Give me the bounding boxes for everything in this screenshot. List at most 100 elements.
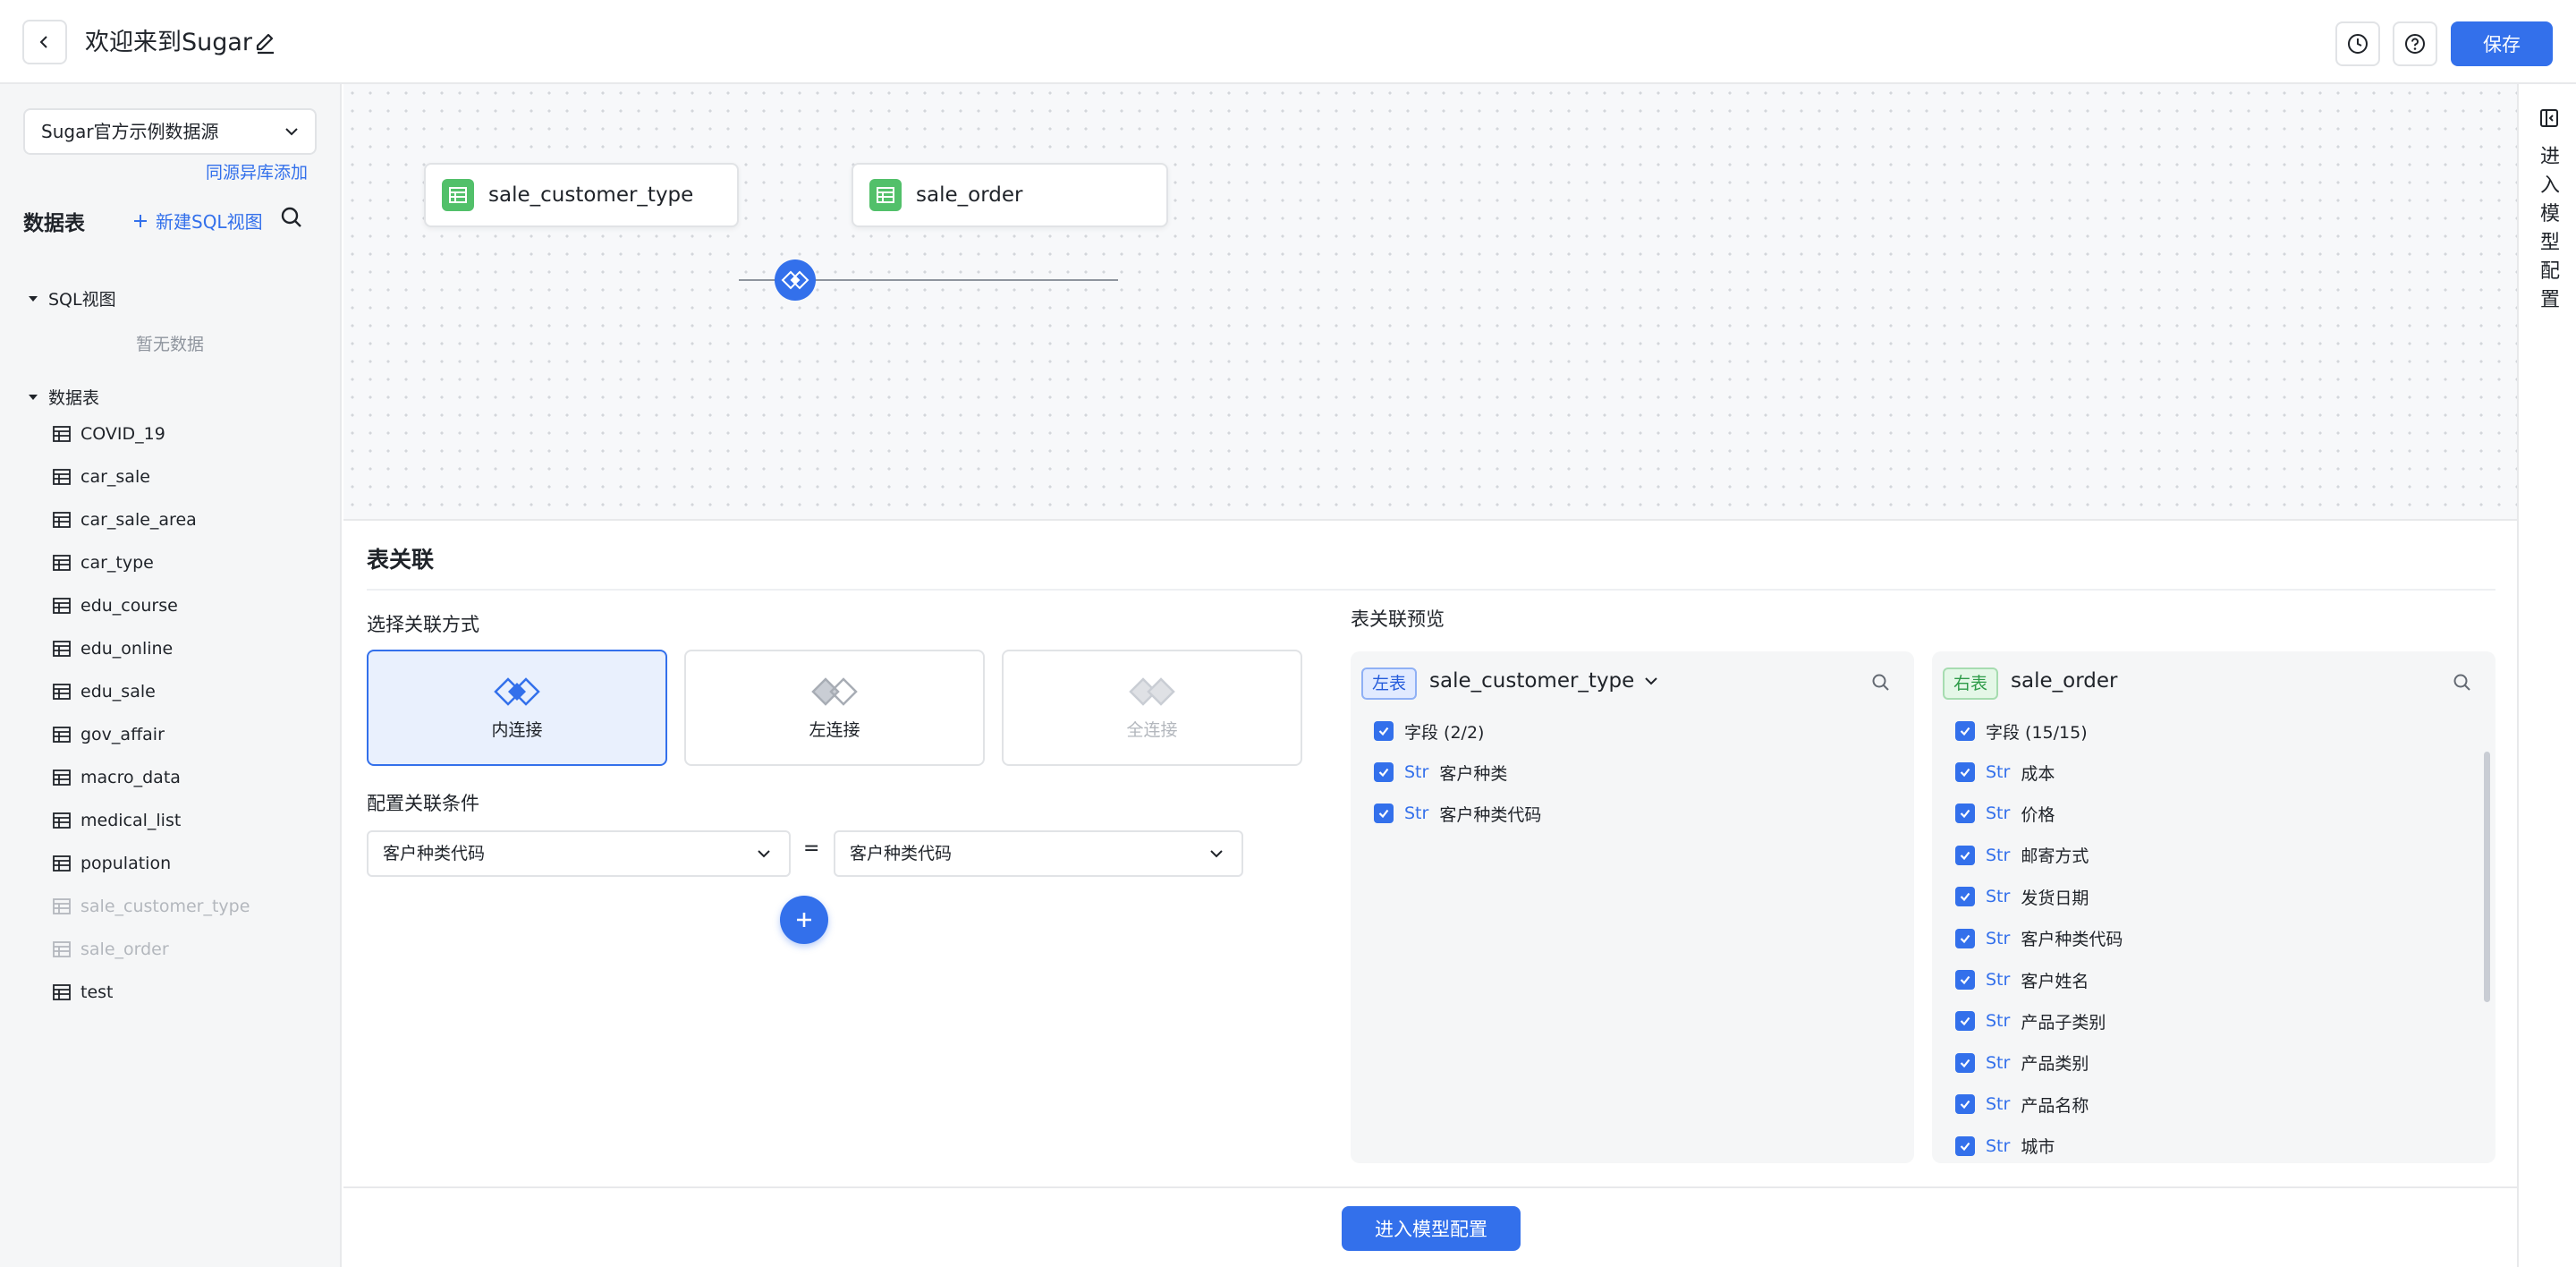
caret-down-icon (29, 295, 38, 302)
join-type-label: 全连接 (1126, 719, 1178, 740)
table-icon (53, 469, 71, 485)
right-collapsed-panel[interactable]: 进入模型配置 (2517, 84, 2576, 1267)
sidebar-table-item[interactable]: sale_customer_type (52, 893, 250, 920)
checkbox[interactable] (1374, 762, 1394, 782)
sidebar-table-item[interactable]: car_sale (52, 463, 150, 490)
same-source-add-link[interactable]: 同源异库添加 (206, 159, 308, 183)
checkbox[interactable] (1955, 1052, 1975, 1073)
field-summary: 字段 (15/15) (1986, 722, 2088, 743)
sidebar-table-item[interactable]: gov_affair (52, 721, 165, 748)
sidebar-table-label: edu_sale (80, 682, 156, 702)
field-row[interactable]: Str 邮寄方式 (1955, 842, 2089, 869)
left-table-selector[interactable]: sale_customer_type (1429, 669, 1659, 693)
plus-icon (797, 913, 811, 927)
field-row[interactable]: Str 价格 (1955, 800, 2055, 827)
history-button[interactable] (2335, 21, 2380, 66)
enter-model-config-vertical[interactable]: 进入模型配置 (2537, 143, 2563, 315)
field-row[interactable]: Str 产品名称 (1955, 1091, 2089, 1118)
checkbox[interactable] (1955, 887, 1975, 907)
help-button[interactable] (2393, 21, 2437, 66)
table-icon (53, 555, 71, 571)
checkbox[interactable] (1374, 804, 1394, 824)
field-name: 产品子类别 (2021, 1012, 2106, 1033)
table-icon (53, 855, 71, 872)
checkbox[interactable] (1374, 721, 1394, 741)
join-type-left[interactable]: 左连接 (684, 650, 985, 766)
datasource-select[interactable]: Sugar官方示例数据源 (23, 108, 317, 155)
field-row[interactable]: Str 产品类别 (1955, 1050, 2089, 1076)
field-row[interactable]: Str 客户姓名 (1955, 966, 2089, 993)
tree-group-label: 数据表 (48, 388, 100, 408)
checkbox[interactable] (1955, 1011, 1975, 1032)
checkbox[interactable] (1955, 845, 1975, 865)
field-summary: 字段 (2/2) (1404, 722, 1485, 743)
back-button[interactable] (22, 20, 67, 64)
field-row[interactable]: Str 成本 (1955, 759, 2055, 786)
field-name: 价格 (2021, 804, 2055, 825)
search-icon[interactable] (280, 206, 303, 229)
sidebar-table-item[interactable]: medical_list (52, 807, 181, 834)
model-canvas[interactable]: sale_customer_type sale_order (343, 84, 2517, 521)
right-field-select[interactable]: 客户种类代码 (834, 830, 1243, 877)
sidebar-table-item[interactable]: edu_online (52, 635, 173, 662)
join-condition-title: 配置关联条件 (367, 793, 479, 814)
top-header: 欢迎来到Sugar 保存 (0, 0, 2576, 84)
tree-group-sql-view[interactable]: SQL视图 (27, 286, 116, 310)
checkbox[interactable] (1955, 1135, 1975, 1156)
inner-join-icon (781, 270, 809, 290)
sidebar-table-item[interactable]: edu_course (52, 592, 178, 619)
checkbox[interactable] (1955, 721, 1975, 741)
join-type-full[interactable]: 全连接 (1002, 650, 1302, 766)
search-icon[interactable] (2453, 673, 2472, 693)
canvas-node-right-table[interactable]: sale_order (852, 163, 1168, 227)
left-field-select[interactable]: 客户种类代码 (367, 830, 791, 877)
field-select-all-row[interactable]: 字段 (2/2) (1374, 718, 1484, 744)
checkbox[interactable] (1955, 970, 1975, 990)
checkbox[interactable] (1955, 1094, 1975, 1115)
field-row[interactable]: Str 客户种类代码 (1955, 925, 2123, 952)
field-row[interactable]: Str 客户种类代码 (1374, 800, 1541, 827)
sidebar-table-item[interactable]: COVID_19 (52, 421, 165, 447)
inner-join-badge[interactable] (775, 259, 816, 301)
join-type-inner[interactable]: 内连接 (367, 650, 667, 766)
field-type-tag: Str (1986, 970, 2011, 990)
field-select-all-row[interactable]: 字段 (15/15) (1955, 718, 2088, 744)
save-button[interactable]: 保存 (2451, 21, 2553, 66)
sidebar-table-item[interactable]: test (52, 979, 114, 1006)
sidebar-table-label: test (80, 982, 114, 1002)
sidebar-table-label: population (80, 854, 172, 873)
checkbox[interactable] (1955, 928, 1975, 948)
table-icon (53, 770, 71, 786)
tree-group-tables[interactable]: 数据表 (27, 385, 99, 409)
add-condition-button[interactable] (780, 896, 828, 944)
sidebar-table-item[interactable]: population (52, 850, 171, 877)
field-name: 客户种类代码 (1439, 804, 1542, 825)
sidebar-table-item[interactable]: car_type (52, 549, 154, 576)
sidebar-table-label: car_sale_area (80, 510, 197, 530)
new-sql-view-label: 新建SQL视图 (156, 211, 263, 233)
search-icon[interactable] (1871, 673, 1891, 693)
right-table-preview: 右表 sale_order 字段 (15/15) Str 成本 Str 价格 Str 邮寄方… (1932, 651, 2496, 1163)
right-field-value: 客户种类代码 (850, 844, 953, 863)
left-sidebar: Sugar官方示例数据源 同源异库添加 数据表 新建SQL视图 SQL视图 暂无… (0, 84, 342, 1267)
divider (367, 589, 2496, 591)
field-row[interactable]: Str 客户种类 (1374, 759, 1507, 786)
scrollbar[interactable] (2484, 752, 2490, 1002)
new-sql-view-button[interactable]: 新建SQL视图 (132, 208, 263, 234)
checkbox[interactable] (1955, 804, 1975, 824)
sidebar-table-item[interactable]: sale_order (52, 936, 169, 963)
left-field-value: 客户种类代码 (383, 844, 486, 863)
field-row[interactable]: Str 产品子类别 (1955, 1008, 2106, 1034)
field-type-tag: Str (1986, 1094, 2011, 1115)
panel-expand-icon[interactable] (2538, 107, 2560, 129)
sidebar-table-item[interactable]: macro_data (52, 764, 181, 791)
edit-icon[interactable] (252, 30, 279, 56)
field-row[interactable]: Str 城市 (1955, 1133, 2055, 1160)
canvas-node-left-table[interactable]: sale_customer_type (424, 163, 739, 227)
enter-model-config-button[interactable]: 进入模型配置 (1342, 1206, 1521, 1251)
sidebar-table-item[interactable]: car_sale_area (52, 506, 197, 533)
field-row[interactable]: Str 发货日期 (1955, 883, 2089, 910)
checkbox[interactable] (1955, 762, 1975, 782)
field-type-tag: Str (1404, 762, 1429, 782)
sidebar-table-item[interactable]: edu_sale (52, 678, 156, 705)
